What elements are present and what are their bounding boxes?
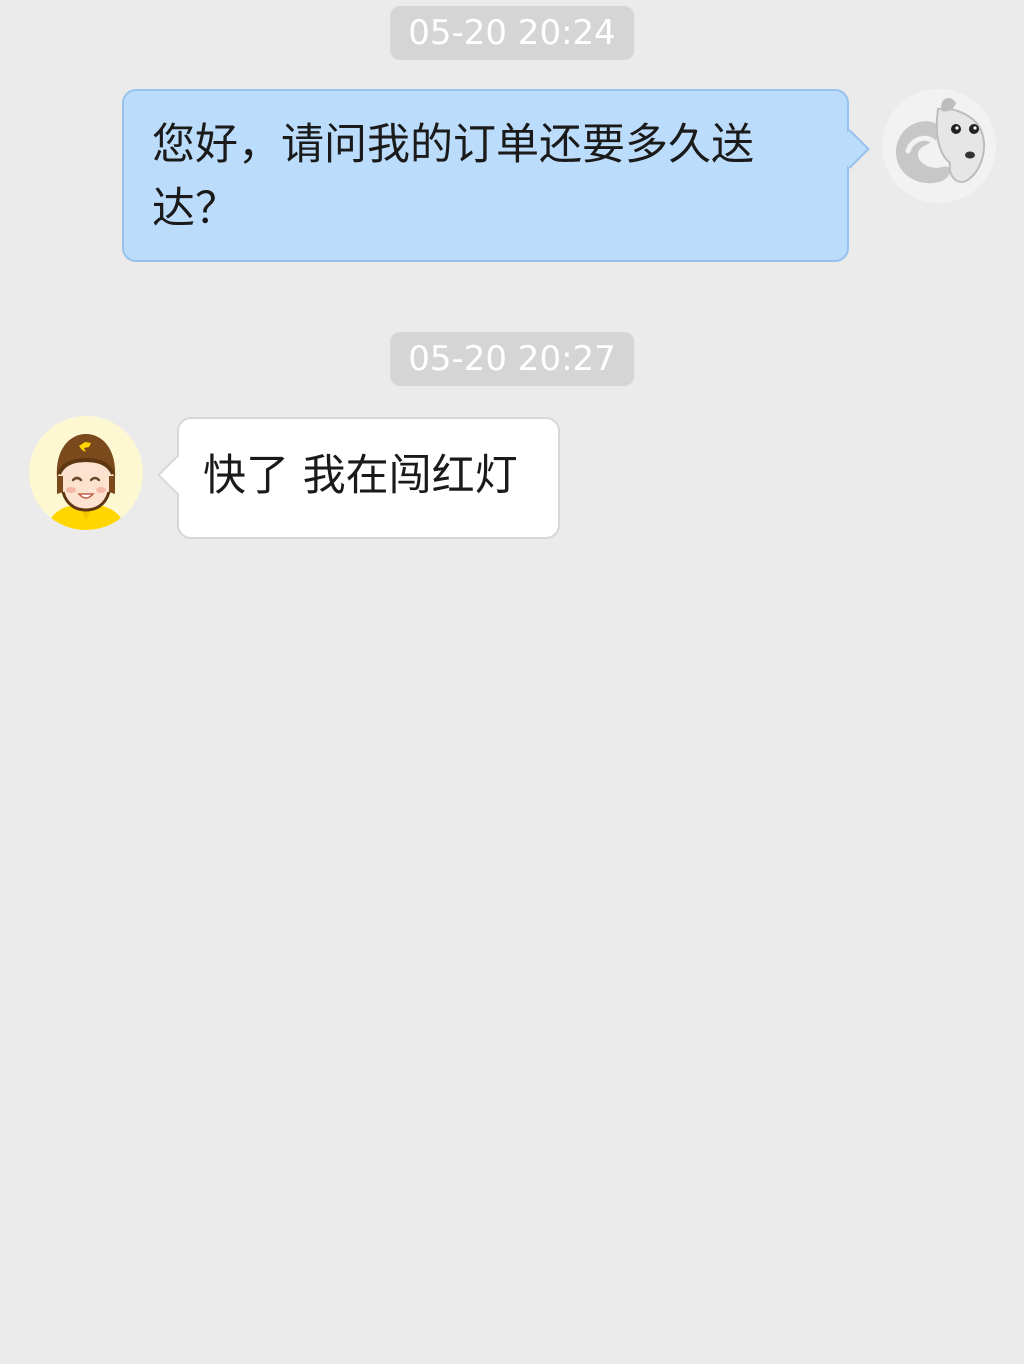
message-timestamp: 05-20 20:27	[390, 332, 634, 386]
dog-cartoon-avatar-icon[interactable]	[882, 89, 996, 203]
outgoing-message-bubble[interactable]: 您好，请问我的订单还要多久送达？	[122, 89, 849, 262]
incoming-message-bubble[interactable]: 快了 我在闯红灯	[177, 417, 560, 539]
message-timestamp: 05-20 20:24	[390, 6, 634, 60]
chat-window: 05-20 20:24 您好，请问我的订单还要多久送达？ 05-20 20:27	[0, 0, 1024, 1364]
delivery-rider-avatar-icon[interactable]	[29, 416, 143, 530]
